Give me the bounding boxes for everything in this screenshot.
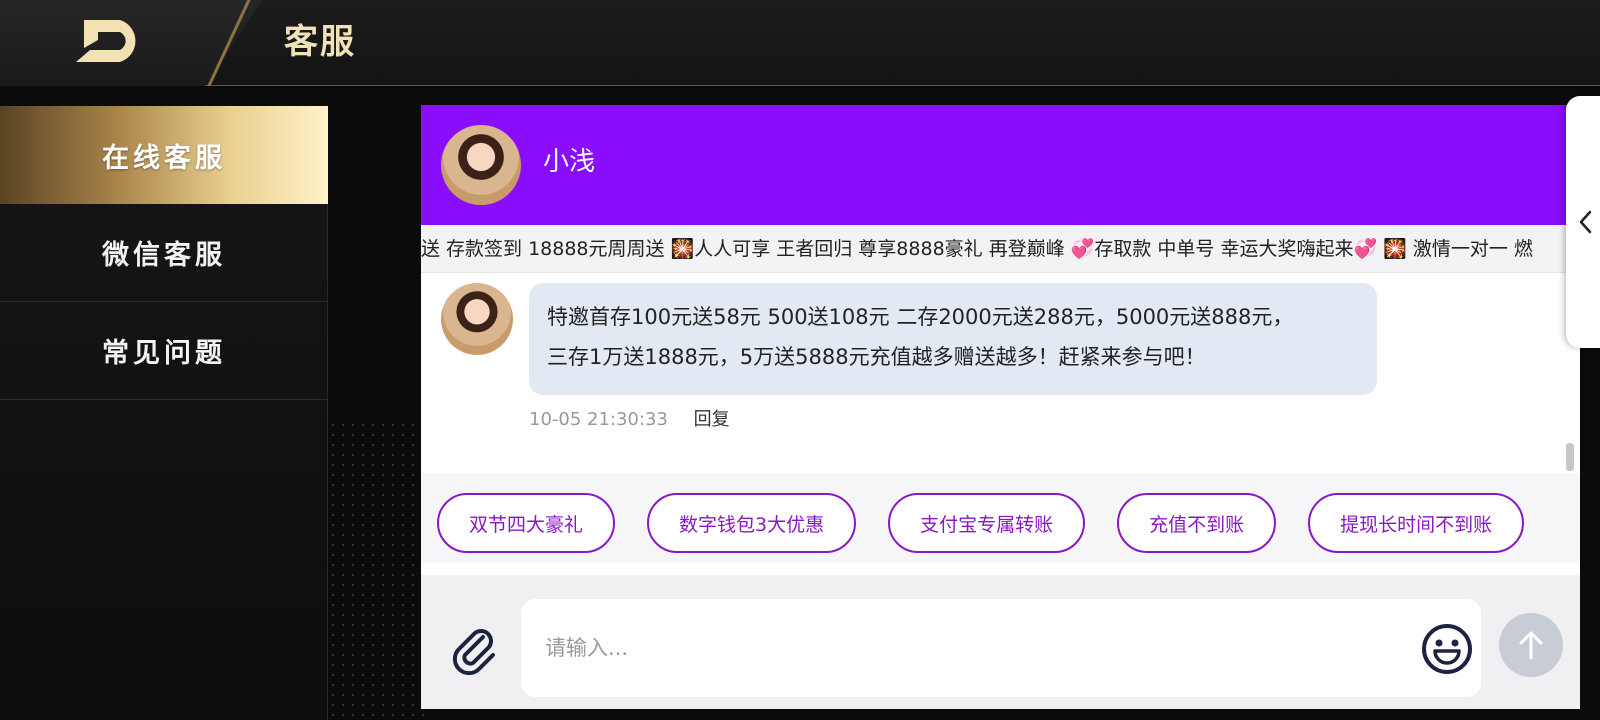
message-bubble: 特邀首存100元送58元 500送108元 二存2000元送288元，5000元…: [529, 283, 1377, 395]
quick-reply-list: 双节四大豪礼 数字钱包3大优惠 支付宝专属转账 充值不到账 提现长时间不到账: [437, 493, 1525, 553]
quick-reply-bar: 双节四大豪礼 数字钱包3大优惠 支付宝专属转账 充值不到账 提现长时间不到账: [421, 473, 1580, 563]
chat-panel: 小浅 送 存款签到 18888元周周送 🎇人人可享 王者回归 尊享8888豪礼 …: [421, 105, 1580, 709]
page-title: 客服: [284, 22, 356, 62]
announcement-marquee: 送 存款签到 18888元周周送 🎇人人可享 王者回归 尊享8888豪礼 再登巅…: [421, 225, 1580, 273]
message-avatar: [441, 283, 513, 355]
message-text-line: 三存1万送1888元，5万送5888元充值越多赠送越多！赶紧来参与吧！: [547, 345, 1206, 369]
message-meta: 10-05 21:30:33 回复: [529, 405, 730, 431]
sidebar-item-faq[interactable]: 常见问题: [0, 302, 328, 400]
quick-reply-button[interactable]: 提现长时间不到账: [1308, 493, 1525, 553]
chat-header: 小浅: [421, 105, 1580, 225]
reply-button[interactable]: 回复: [694, 409, 730, 430]
message-list[interactable]: 特邀首存100元送58元 500送108元 二存2000元送288元，5000元…: [421, 273, 1580, 473]
top-header: 客服: [0, 0, 1600, 86]
paperclip-icon[interactable]: [451, 627, 501, 677]
header-divider: [195, 0, 265, 86]
smiley-icon[interactable]: [1421, 623, 1473, 675]
sidebar: 在线客服 微信客服 常见问题: [0, 106, 328, 720]
quick-reply-button[interactable]: 数字钱包3大优惠: [647, 493, 857, 553]
send-button[interactable]: [1499, 613, 1563, 677]
quick-reply-button[interactable]: 双节四大豪礼: [437, 493, 616, 553]
brand-logo-icon[interactable]: [76, 18, 144, 64]
sidebar-item-online-service[interactable]: 在线客服: [0, 106, 328, 204]
message-input[interactable]: [521, 599, 1481, 697]
message-scrollbar[interactable]: [1566, 443, 1574, 471]
input-bar: [421, 575, 1580, 709]
message-text-line: 特邀首存100元送58元 500送108元 二存2000元送288元，5000元…: [547, 305, 1294, 329]
quick-reply-button[interactable]: 支付宝专属转账: [888, 493, 1086, 553]
background-sparkles: [328, 420, 428, 720]
agent-avatar: [441, 125, 521, 205]
quick-reply-button[interactable]: 充值不到账: [1117, 493, 1277, 553]
collapse-tab[interactable]: [1566, 96, 1600, 348]
message-timestamp: 10-05 21:30:33: [529, 409, 668, 430]
sidebar-item-wechat-service[interactable]: 微信客服: [0, 204, 328, 302]
agent-name: 小浅: [543, 147, 596, 177]
arrow-up-icon: [1519, 631, 1543, 660]
chevron-left-icon: [1579, 210, 1592, 234]
